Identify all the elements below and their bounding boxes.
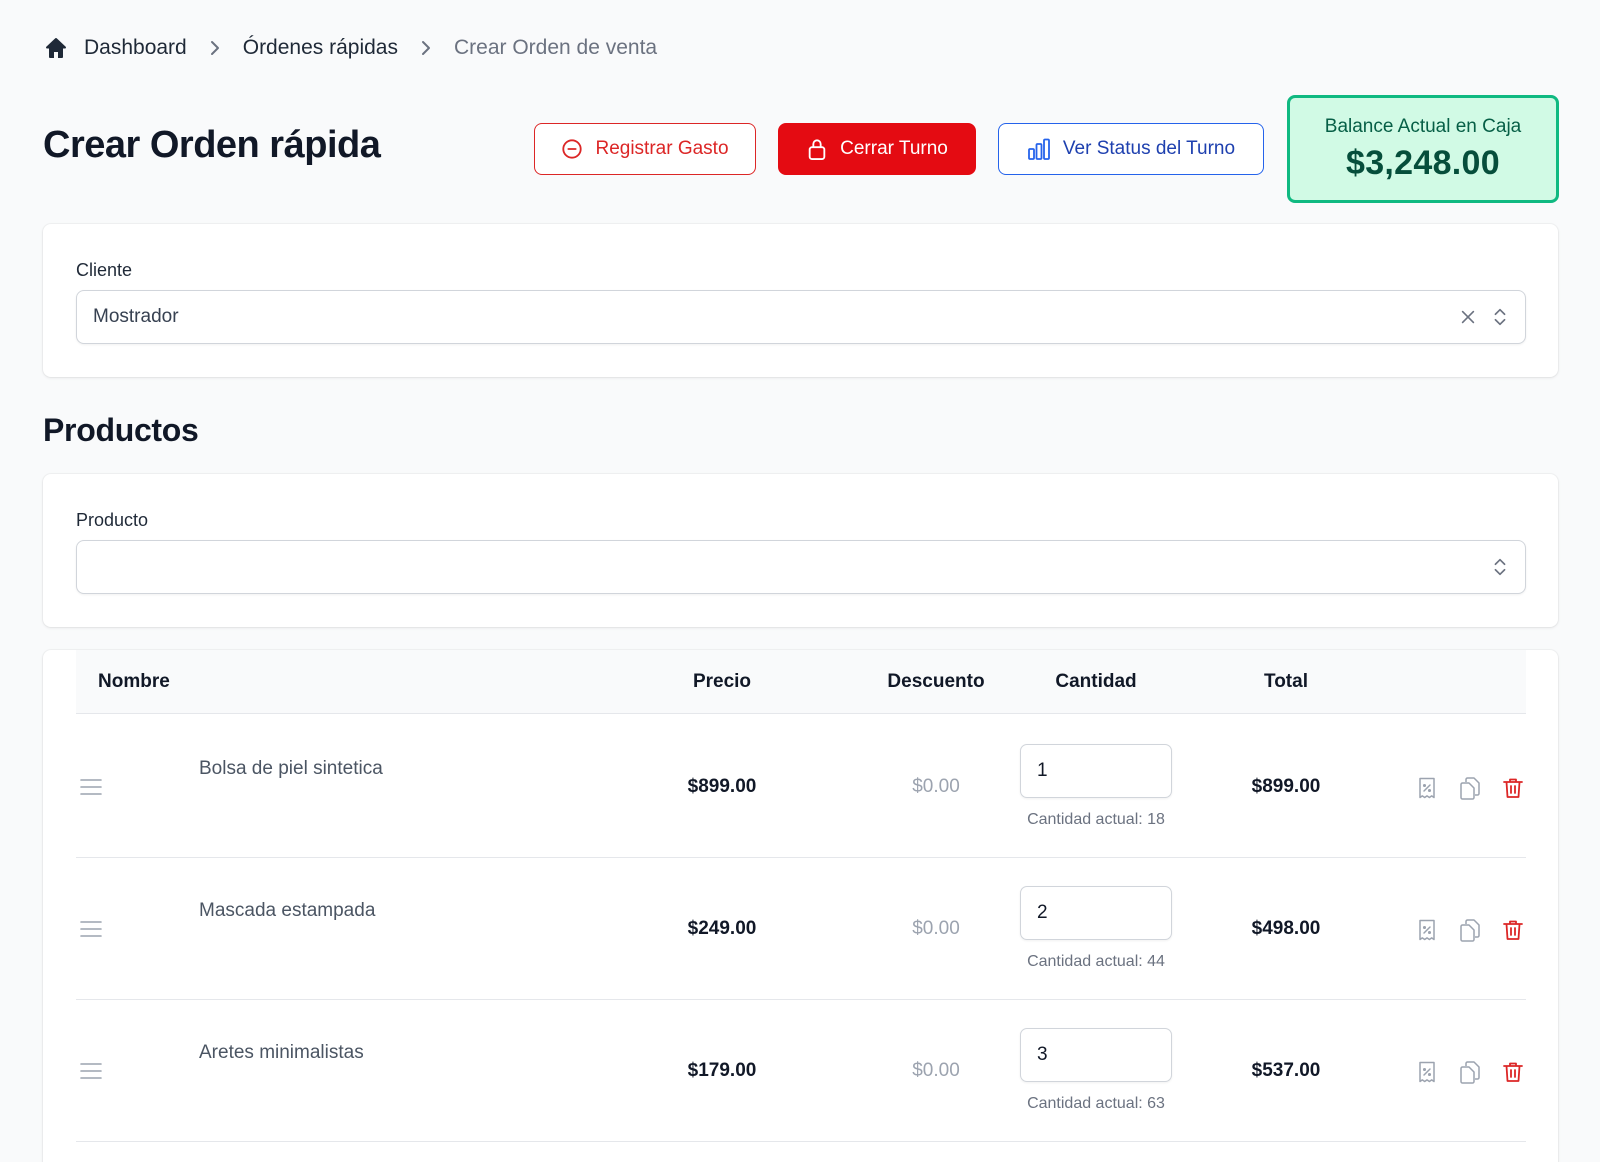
shift-status-button[interactable]: Ver Status del Turno bbox=[998, 123, 1264, 175]
product-price: $899.00 bbox=[687, 776, 757, 797]
breadcrumb: Dashboard Órdenes rápidas Crear Orden de… bbox=[44, 36, 657, 60]
client-label: Cliente bbox=[76, 260, 133, 280]
quantity-input[interactable]: 1 bbox=[1020, 744, 1172, 798]
cash-balance-value: $3,248.00 bbox=[1346, 143, 1500, 182]
close-shift-label: Cerrar Turno bbox=[840, 138, 948, 159]
product-total: $899.00 bbox=[1251, 776, 1321, 797]
page-title: Crear Orden rápida bbox=[43, 124, 381, 166]
table-row: Bolsa de piel sintetica $899.00 $0.00 1 … bbox=[76, 716, 1526, 858]
breadcrumb-dashboard[interactable]: Dashboard bbox=[44, 36, 187, 60]
receipt-percent-icon[interactable] bbox=[1415, 1060, 1439, 1084]
cash-balance-label: Balance Actual en Caja bbox=[1324, 115, 1522, 137]
register-expense-label: Registrar Gasto bbox=[595, 138, 729, 159]
breadcrumb-current: Crear Orden de venta bbox=[454, 36, 658, 59]
duplicate-icon[interactable] bbox=[1458, 776, 1482, 800]
product-discount: $0.00 bbox=[912, 776, 960, 797]
product-name: Bolsa de piel sintetica bbox=[199, 758, 383, 779]
product-discount: $0.00 bbox=[912, 1060, 960, 1081]
trash-icon[interactable] bbox=[1501, 918, 1525, 942]
duplicate-icon[interactable] bbox=[1458, 918, 1482, 942]
cash-balance-card: Balance Actual en Caja $3,248.00 bbox=[1287, 95, 1559, 203]
stock-hint: Cantidad actual: 63 bbox=[1027, 1095, 1165, 1112]
product-price: $249.00 bbox=[687, 918, 757, 939]
client-select-value: Mostrador bbox=[93, 306, 179, 327]
table-header: Nombre Precio Descuento Cantidad Total bbox=[76, 650, 1526, 714]
product-name: Mascada estampada bbox=[199, 900, 376, 921]
product-price: $179.00 bbox=[687, 1060, 757, 1081]
table-row: Mascada estampada $249.00 $0.00 2 Cantid… bbox=[76, 858, 1526, 1000]
product-discount: $0.00 bbox=[912, 918, 960, 939]
products-table: Nombre Precio Descuento Cantidad Total B… bbox=[43, 650, 1558, 1162]
trash-icon[interactable] bbox=[1501, 1060, 1525, 1084]
chevron-up-down-icon bbox=[1494, 558, 1506, 576]
products-title: Productos bbox=[43, 412, 199, 448]
close-icon[interactable] bbox=[1459, 308, 1477, 326]
column-header-quantity: Cantidad bbox=[1055, 671, 1137, 692]
breadcrumb-label: Órdenes rápidas bbox=[242, 36, 398, 59]
column-header-total: Total bbox=[1264, 671, 1308, 692]
chevron-up-down-icon bbox=[1494, 308, 1506, 326]
client-section: Cliente Mostrador bbox=[43, 224, 1558, 377]
receipt-percent-icon[interactable] bbox=[1415, 918, 1439, 942]
breadcrumb-quick-orders[interactable]: Órdenes rápidas bbox=[243, 36, 398, 60]
table-row: Aretes minimalistas $179.00 $0.00 3 Cant… bbox=[76, 1000, 1526, 1142]
quantity-input[interactable]: 3 bbox=[1020, 1028, 1172, 1082]
drag-handle-icon[interactable] bbox=[80, 1062, 102, 1080]
stock-hint: Cantidad actual: 18 bbox=[1027, 811, 1165, 828]
breadcrumb-label: Dashboard bbox=[84, 36, 187, 59]
product-select[interactable] bbox=[76, 540, 1526, 594]
minus-circle-icon bbox=[562, 139, 583, 159]
lock-icon bbox=[808, 139, 826, 160]
home-icon bbox=[46, 38, 66, 58]
trash-icon[interactable] bbox=[1501, 776, 1525, 800]
product-total: $498.00 bbox=[1251, 918, 1321, 939]
chevron-right-icon bbox=[422, 41, 430, 55]
chevron-right-icon bbox=[210, 41, 219, 55]
quantity-input[interactable]: 2 bbox=[1020, 886, 1172, 940]
stock-hint: Cantidad actual: 44 bbox=[1027, 953, 1165, 970]
client-select[interactable]: Mostrador bbox=[76, 290, 1526, 344]
product-label: Producto bbox=[76, 510, 149, 530]
column-header-name: Nombre bbox=[98, 671, 170, 692]
close-shift-button[interactable]: Cerrar Turno bbox=[778, 123, 976, 175]
receipt-percent-icon[interactable] bbox=[1415, 776, 1439, 800]
bar-chart-icon bbox=[1028, 138, 1050, 160]
product-name: Aretes minimalistas bbox=[199, 1042, 364, 1063]
shift-status-label: Ver Status del Turno bbox=[1062, 138, 1236, 159]
product-total: $537.00 bbox=[1251, 1060, 1321, 1081]
duplicate-icon[interactable] bbox=[1458, 1060, 1482, 1084]
register-expense-button[interactable]: Registrar Gasto bbox=[534, 123, 756, 175]
drag-handle-icon[interactable] bbox=[80, 920, 102, 938]
product-section: Producto bbox=[43, 474, 1558, 627]
column-header-price: Precio bbox=[692, 671, 752, 692]
drag-handle-icon[interactable] bbox=[80, 778, 102, 796]
